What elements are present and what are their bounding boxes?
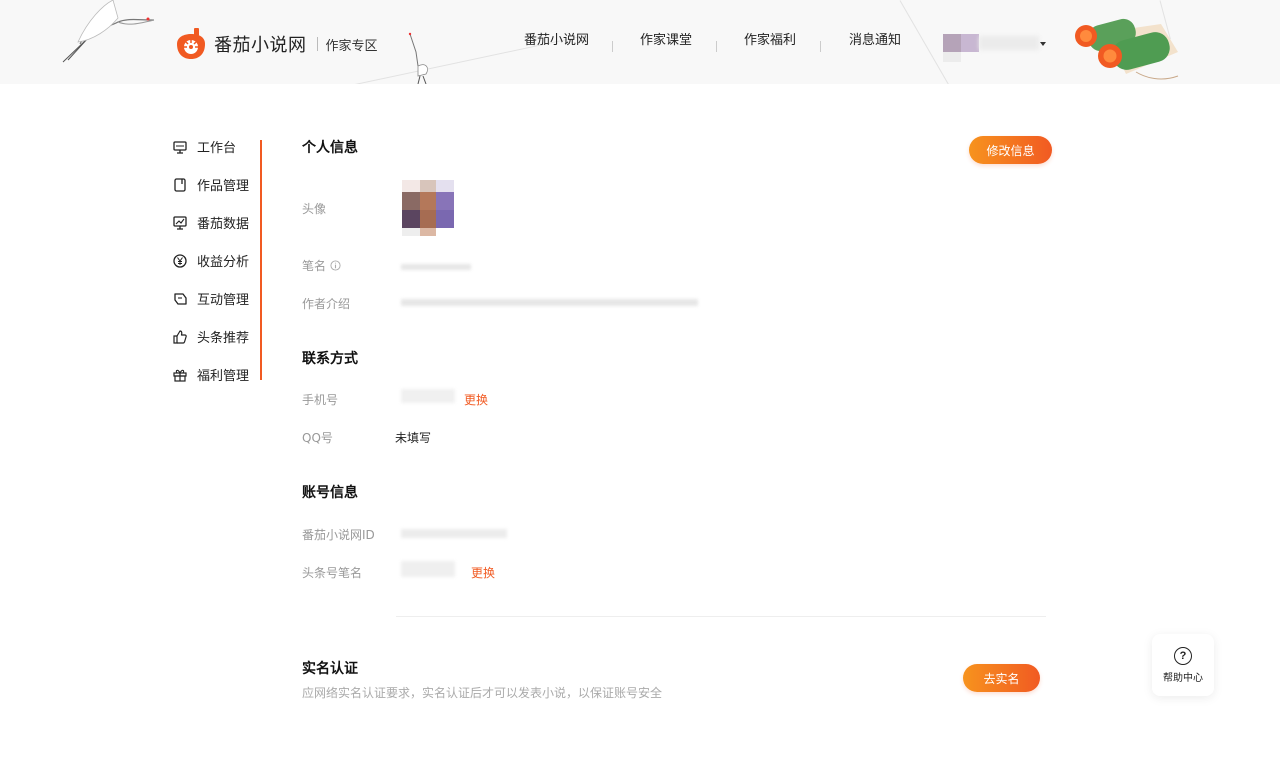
avatar-pixel [436, 180, 454, 192]
nav-writer-welfare[interactable]: 作家福利 [744, 29, 796, 48]
help-center-label: 帮助中心 [1163, 672, 1203, 684]
qq-label: QQ号 [302, 431, 333, 445]
fanqie-id-blurred [401, 529, 507, 538]
penname-value-blurred [401, 264, 471, 270]
user-avatar [961, 34, 979, 52]
avatar-label: 头像 [302, 202, 327, 216]
intro-value-blurred [401, 299, 698, 306]
tomato-logo-icon [177, 28, 205, 59]
user-avatar [943, 34, 961, 52]
sidebar-item-label: 头条推荐 [197, 331, 250, 346]
thumb-up-icon [173, 329, 187, 344]
logo-divider [316, 37, 318, 51]
sidebar-item-income[interactable]: 收益分析 [172, 251, 249, 270]
realname-title: 实名认证 [302, 661, 358, 677]
fanqie-id-label: 番茄小说网ID [302, 528, 375, 542]
avatar-pixel [420, 180, 436, 192]
sidebar-item-label: 番茄数据 [197, 217, 250, 232]
sidebar-item-works[interactable]: 作品管理 [172, 175, 249, 194]
phone-change-link[interactable]: 更换 [464, 391, 488, 408]
nav-divider [716, 41, 717, 52]
yuan-icon [173, 253, 187, 268]
avatar-pixel [402, 210, 420, 228]
nav-divider [612, 41, 613, 52]
sidebar-item-label: 收益分析 [197, 255, 250, 270]
avatar-pixel [436, 192, 454, 210]
realname-description: 应网络实名认证要求，实名认证后才可以发表小说，以保证账号安全 [302, 686, 663, 700]
sidebar-divider [260, 140, 262, 380]
sidebar-item-label: 作品管理 [197, 179, 250, 194]
phone-value-blurred [401, 389, 455, 403]
avatar-pixel [402, 192, 420, 210]
qq-value: 未填写 [395, 431, 432, 445]
sidebar-item-label: 互动管理 [197, 293, 250, 308]
section-divider [396, 616, 1046, 617]
user-menu[interactable] [943, 34, 1043, 64]
avatar-pixel [420, 210, 436, 228]
crane-small-illustration [408, 32, 428, 84]
edit-info-button[interactable]: 修改信息 [969, 136, 1052, 164]
sidebar-item-workbench[interactable]: 工作台 [172, 137, 236, 156]
user-avatar [943, 52, 961, 62]
help-center-button[interactable]: ? 帮助中心 [1152, 634, 1214, 696]
toutiao-value-blurred [401, 561, 455, 577]
avatar-pixel [436, 210, 454, 228]
crane-illustration [62, 0, 155, 63]
nav-divider [820, 41, 821, 52]
chat-icon [174, 292, 187, 305]
logo-text: 番茄小说网 [214, 35, 307, 56]
avatar-pixel [402, 180, 420, 192]
gift-icon [173, 369, 187, 382]
chart-icon [173, 215, 187, 230]
user-name-blurred [979, 36, 1039, 50]
phone-label: 手机号 [302, 393, 339, 407]
info-icon[interactable] [330, 260, 341, 271]
account-title: 账号信息 [302, 485, 358, 501]
penname-label: 笔名 [302, 257, 341, 274]
sidebar-item-label: 福利管理 [197, 369, 250, 384]
nav-writer-class[interactable]: 作家课堂 [640, 29, 692, 48]
top-header: 番茄小说网 作家专区 番茄小说网 作家课堂 作家福利 消息通知 [0, 0, 1280, 84]
avatar-pixel [402, 228, 420, 236]
monitor-icon [173, 140, 187, 154]
brand-logo[interactable]: 番茄小说网 作家专区 [174, 28, 378, 60]
personal-info-title: 个人信息 [302, 140, 358, 156]
sidebar-item-label: 工作台 [197, 141, 237, 156]
binoculars-illustration [1075, 18, 1179, 80]
sidebar-item-welfare[interactable]: 福利管理 [172, 365, 249, 384]
penname-label-text: 笔名 [302, 259, 327, 273]
nav-fanqie-novel[interactable]: 番茄小说网 [524, 29, 589, 48]
sidebar-item-interaction[interactable]: 互动管理 [172, 289, 249, 308]
logo-subtitle: 作家专区 [325, 38, 378, 54]
verify-realname-button[interactable]: 去实名 [963, 664, 1040, 692]
toutiao-label: 头条号笔名 [302, 566, 363, 580]
chevron-down-icon[interactable] [1040, 42, 1046, 46]
avatar[interactable] [384, 178, 474, 236]
intro-label: 作者介绍 [302, 297, 351, 311]
avatar-pixel [420, 192, 436, 210]
book-icon [174, 177, 186, 192]
toutiao-change-link[interactable]: 更换 [471, 564, 495, 581]
nav-notifications[interactable]: 消息通知 [849, 29, 901, 48]
contact-title: 联系方式 [302, 351, 358, 367]
sidebar-item-data[interactable]: 番茄数据 [172, 213, 249, 232]
help-icon: ? [1174, 646, 1192, 665]
avatar-pixel [420, 228, 436, 236]
sidebar-item-toutiao[interactable]: 头条推荐 [172, 327, 249, 346]
